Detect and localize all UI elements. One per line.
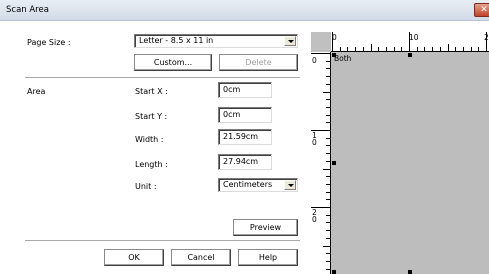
ruler-tick [326, 222, 330, 224]
ruler-tick [424, 47, 426, 51]
ruler-tick [409, 32, 410, 51]
length-field[interactable]: 27.94cm [218, 154, 272, 170]
ruler-tick [462, 47, 464, 51]
ruler-tick [326, 183, 330, 185]
width-field[interactable]: 21.59cm [218, 129, 272, 145]
ruler-tick [470, 47, 472, 51]
ruler-tick [432, 47, 434, 51]
unit-value: Centimeters [223, 180, 273, 189]
ruler-tick [326, 106, 330, 108]
ok-button[interactable]: OK [104, 249, 164, 266]
ruler-tick [439, 47, 441, 51]
ruler-tick [332, 32, 333, 51]
start-x-label: Start X : [135, 87, 168, 96]
ruler-tick [326, 214, 330, 216]
unit-label: Unit : [135, 182, 157, 191]
page-size-select[interactable]: Letter - 8.5 x 11 in [134, 34, 298, 48]
ruler-tick [447, 44, 449, 51]
chevron-down-icon[interactable] [284, 180, 296, 190]
ruler-tick [326, 199, 330, 201]
ruler-tick [416, 47, 418, 51]
ruler-tick [326, 122, 330, 124]
ruler-left-label: 1 0 [312, 131, 317, 147]
horizontal-ruler: 0 10 2 [331, 32, 489, 52]
ruler-corner [311, 32, 331, 52]
page-size-label: Page Size : [27, 38, 71, 47]
custom-button[interactable]: Custom... [134, 54, 212, 71]
resize-handle-bottom-left[interactable] [332, 270, 336, 274]
ruler-tick [401, 47, 403, 51]
help-button[interactable]: Help [238, 249, 298, 266]
ruler-tick [311, 53, 330, 54]
length-label: Length : [135, 160, 168, 169]
area-label: Area [27, 87, 46, 96]
ruler-tick [393, 47, 395, 51]
mode-label: Both [334, 54, 352, 63]
separator [25, 77, 300, 79]
ruler-tick [326, 253, 330, 255]
ruler-tick [326, 160, 330, 162]
resize-handle-top-left[interactable] [332, 53, 336, 57]
resize-handle-left[interactable] [332, 161, 336, 165]
ruler-tick [326, 191, 330, 193]
ruler-tick [347, 47, 349, 51]
ruler-tick [311, 130, 330, 131]
ruler-tick [355, 47, 357, 51]
delete-button[interactable]: Delete [219, 54, 298, 71]
ruler-tick [326, 268, 330, 270]
close-button[interactable]: ✕ [474, 3, 489, 17]
ruler-tick [326, 176, 330, 178]
ruler-tick [326, 99, 330, 101]
ruler-left-label: 2 0 [312, 208, 317, 224]
unit-select[interactable]: Centimeters [218, 178, 298, 192]
ruler-tick [478, 47, 480, 51]
separator [25, 240, 300, 242]
width-label: Width : [135, 135, 164, 144]
ruler-tick [326, 137, 330, 139]
resize-handle-bottom[interactable] [408, 270, 412, 274]
ruler-tick [323, 245, 330, 247]
ruler-tick [326, 260, 330, 262]
ruler-tick [326, 76, 330, 78]
chevron-down-icon[interactable] [284, 36, 296, 46]
vertical-ruler: 0 1 0 2 0 [311, 52, 331, 274]
ruler-top-label: 10 [409, 33, 419, 42]
start-x-field[interactable]: 0cm [218, 82, 272, 98]
ruler-tick [326, 60, 330, 62]
ruler-tick [326, 145, 330, 147]
ruler-tick [326, 153, 330, 155]
ruler-tick [326, 68, 330, 70]
ruler-tick [362, 47, 364, 51]
start-y-label: Start Y : [135, 112, 168, 121]
ruler-tick [326, 237, 330, 239]
window-title: Scan Area [6, 5, 49, 15]
ruler-tick [323, 168, 330, 170]
ruler-tick [455, 47, 457, 51]
ruler-tick [370, 44, 372, 51]
ruler-tick [486, 32, 487, 51]
ruler-tick [339, 47, 341, 51]
preview-canvas[interactable]: Both [332, 53, 489, 274]
ruler-tick [323, 91, 330, 93]
ruler-tick [311, 207, 330, 208]
ruler-tick [378, 47, 380, 51]
ruler-tick [326, 114, 330, 116]
ruler-tick [326, 230, 330, 232]
scan-area-dialog: Scan Area ✕ Page Size : Letter - 8.5 x 1… [0, 0, 489, 274]
settings-panel: Page Size : Letter - 8.5 x 11 in Custom.… [0, 22, 306, 274]
ruler-tick [385, 47, 387, 51]
ruler-left-label: 0 [312, 56, 317, 65]
title-bar: Scan Area ✕ [0, 0, 489, 21]
preview-button[interactable]: Preview [233, 219, 298, 236]
preview-area: 0 10 2 0 1 0 2 0 Both [311, 32, 489, 274]
ruler-tick [326, 83, 330, 85]
resize-handle-top[interactable] [408, 53, 412, 57]
page-size-value: Letter - 8.5 x 11 in [139, 36, 214, 45]
start-y-field[interactable]: 0cm [218, 107, 272, 123]
cancel-button[interactable]: Cancel [171, 249, 231, 266]
